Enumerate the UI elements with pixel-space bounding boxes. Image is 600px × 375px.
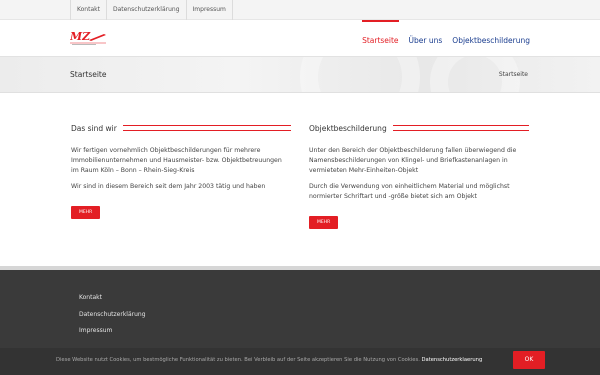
footer-link-datenschutz[interactable]: Datenschutzerklärung [79, 307, 146, 324]
cookie-privacy-link[interactable]: Datenschutzerklaerung [422, 357, 483, 363]
page-title-bar: Startseite Startseite [0, 57, 600, 93]
nav-objektbeschilderung[interactable]: Objektbeschilderung [452, 20, 530, 57]
mehr-button[interactable]: MEHR [71, 206, 101, 219]
cookie-ok-button[interactable]: OK [513, 351, 545, 369]
site-header: MZ Startseite Über uns Objektbeschilderu… [0, 20, 600, 57]
svg-text:MZ: MZ [70, 30, 91, 43]
section-heading: Objektbeschilderung [309, 123, 387, 133]
mehr-button[interactable]: MEHR [309, 216, 339, 229]
cookie-message: Diese Website nutzt Cookies, um bestmögl… [56, 357, 482, 363]
nav-startseite[interactable]: Startseite [362, 20, 399, 57]
background-swirl [300, 57, 420, 92]
top-utility-nav: Kontakt Datenschutzerklärung Impressum [70, 0, 233, 20]
site-logo[interactable]: MZ [69, 28, 110, 46]
top-link-kontakt[interactable]: Kontakt [70, 0, 106, 20]
footer-nav: Kontakt Datenschutzerklärung Impressum [79, 290, 146, 340]
logo-icon: MZ [69, 30, 106, 45]
section-paragraph: Wir sind in diesem Bereich seit dem Jahr… [71, 183, 266, 190]
section-heading-row: Objektbeschilderung [309, 122, 529, 134]
section-paragraph: Unter den Bereich der Objektbeschilderun… [309, 147, 517, 174]
breadcrumb[interactable]: Startseite [499, 71, 528, 78]
main-nav: Startseite Über uns Objektbeschilderung [362, 20, 530, 57]
cookie-text: Diese Website nutzt Cookies, um bestmögl… [56, 357, 420, 363]
section-heading-row: Das sind wir [71, 122, 291, 134]
top-link-impressum[interactable]: Impressum [185, 0, 233, 20]
top-utility-bar: Kontakt Datenschutzerklärung Impressum [0, 0, 600, 20]
section-paragraph: Durch die Verwendung von einheitlichem M… [309, 183, 510, 200]
top-link-datenschutz[interactable]: Datenschutzerklärung [105, 0, 186, 20]
page-title: Startseite [70, 70, 107, 79]
heading-divider [392, 125, 529, 131]
nav-ueber-uns[interactable]: Über uns [409, 20, 443, 57]
section-heading: Das sind wir [71, 123, 117, 133]
section-paragraph: Wir fertigen vornehmlich Objektbeschilde… [71, 147, 282, 174]
section-objektbeschilderung: Objektbeschilderung Unter den Bereich de… [309, 122, 529, 229]
cookie-banner: Diese Website nutzt Cookies, um bestmögl… [0, 348, 600, 375]
footer-link-kontakt[interactable]: Kontakt [79, 290, 146, 307]
section-das-sind-wir: Das sind wir Wir fertigen vornehmlich Ob… [71, 122, 291, 219]
heading-divider [122, 125, 291, 131]
footer-link-impressum[interactable]: Impressum [79, 323, 146, 340]
